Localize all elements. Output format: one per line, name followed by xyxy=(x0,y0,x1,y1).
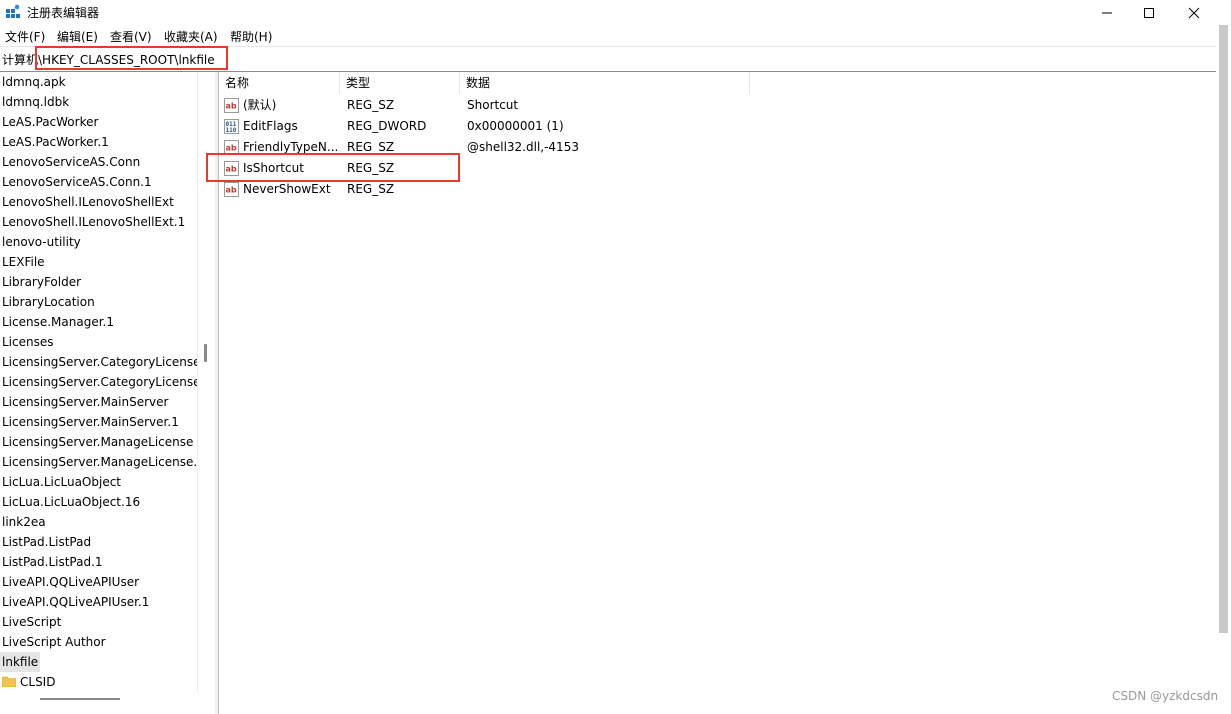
tree-horizontal-scrollbar[interactable] xyxy=(0,693,215,714)
window-vertical-scrollbar[interactable] xyxy=(1216,25,1231,714)
tree-item-clsid[interactable]: CLSID xyxy=(2,672,55,692)
tree-item[interactable]: lenovo-utility xyxy=(2,232,81,252)
folder-icon xyxy=(2,676,16,687)
menu-edit[interactable]: 编辑(E) xyxy=(57,28,98,45)
tree-item[interactable]: ListPad.ListPad.1 xyxy=(2,552,103,572)
tree-item[interactable]: LenovoShell.ILenovoShellExt.1 xyxy=(2,212,185,232)
tree-item[interactable]: LeAS.PacWorker xyxy=(2,112,98,132)
value-type: REG_SZ xyxy=(347,98,395,112)
tree-item[interactable]: LEXFile xyxy=(2,252,45,272)
value-data: Shortcut xyxy=(467,98,519,112)
svg-text:ab: ab xyxy=(226,144,237,153)
close-icon xyxy=(1188,7,1200,18)
tree-item[interactable]: LicensingServer.MainServer.1 xyxy=(2,412,179,432)
value-type: REG_SZ xyxy=(347,182,395,196)
tree-item[interactable]: LibraryLocation xyxy=(2,292,95,312)
address-prefix: 计算机 xyxy=(2,53,39,67)
menu-bar: 文件(F) 编辑(E) 查看(V) 收藏夹(A) 帮助(H) xyxy=(0,27,1213,45)
svg-text:ab: ab xyxy=(226,186,237,195)
tree-vertical-scrollbar[interactable] xyxy=(197,72,216,693)
string-value-icon: ab xyxy=(224,161,239,176)
tree-item[interactable]: LibraryFolder xyxy=(2,272,81,292)
address-path: \HKEY_CLASSES_ROOT\lnkfile xyxy=(38,53,215,67)
column-type[interactable]: 类型 xyxy=(340,72,459,94)
string-value-icon: ab xyxy=(224,140,239,155)
tree-item[interactable]: LiveScript Author xyxy=(2,632,106,652)
tree-item[interactable]: link2ea xyxy=(2,512,46,532)
value-name: IsShortcut xyxy=(243,161,304,175)
tree-item[interactable]: ListPad.ListPad xyxy=(2,532,91,552)
value-data: 0x00000001 (1) xyxy=(467,119,564,133)
tree-item[interactable]: LiveAPI.QQLiveAPIUser.1 xyxy=(2,592,149,612)
regedit-icon xyxy=(6,4,20,18)
menu-favorites[interactable]: 收藏夹(A) xyxy=(164,28,218,45)
tree-item[interactable]: lnkfile xyxy=(0,652,41,672)
value-name: (默认) xyxy=(243,98,277,112)
value-list[interactable]: 名称 类型 数据 ab (默认) REG_SZ Shortcut 011 110 EditF… xyxy=(218,72,1217,714)
value-type: REG_DWORD xyxy=(347,119,427,133)
value-row[interactable]: ab FriendlyTypeN... REG_SZ @shell32.dll,-41… xyxy=(219,137,1217,158)
window-scroll-thumb[interactable] xyxy=(1219,25,1228,633)
tree-item[interactable]: ldmnq.apk xyxy=(2,72,66,92)
address-text[interactable]: 计算机\HKEY_CLASSES_ROOT\lnkfile xyxy=(2,51,215,68)
tree-item[interactable]: LenovoServiceAS.Conn.1 xyxy=(2,172,152,192)
tree-item[interactable]: LicensingServer.ManageLicense.1 xyxy=(2,452,197,472)
column-name[interactable]: 名称 xyxy=(219,72,339,94)
tree-scroll-thumb[interactable] xyxy=(204,344,207,362)
title-bar: 注册表编辑器 xyxy=(0,0,1231,25)
string-value-icon: ab xyxy=(224,182,239,197)
maximize-button[interactable] xyxy=(1126,0,1172,25)
value-type: REG_SZ xyxy=(347,161,395,175)
tree-item[interactable]: LicLua.LicLuaObject.16 xyxy=(2,492,140,512)
watermark: CSDN @yzkdcsdn xyxy=(1112,689,1219,703)
svg-text:ab: ab xyxy=(226,102,237,111)
tree-item[interactable]: LenovoServiceAS.Conn xyxy=(2,152,140,172)
tree-item[interactable]: ldmnq.ldbk xyxy=(2,92,69,112)
menu-file[interactable]: 文件(F) xyxy=(5,28,45,45)
window-title: 注册表编辑器 xyxy=(27,6,100,20)
value-name: EditFlags xyxy=(243,119,298,133)
svg-text:ab: ab xyxy=(226,165,237,174)
tree-item[interactable]: LiveAPI.QQLiveAPIUser xyxy=(2,572,139,592)
tree-item[interactable]: LicensingServer.CategoryLicense.1 xyxy=(2,372,197,392)
tree-item[interactable]: Licenses xyxy=(2,332,54,352)
maximize-icon xyxy=(1144,7,1154,18)
tree-item[interactable]: LenovoShell.ILenovoShellExt xyxy=(2,192,174,212)
value-row[interactable]: 011 110 EditFlags REG_DWORD 0x00000001 (1) xyxy=(219,116,1217,137)
tree-item[interactable]: LicensingServer.ManageLicense xyxy=(2,432,193,452)
value-row[interactable]: ab IsShortcut REG_SZ xyxy=(219,158,1217,179)
key-tree[interactable]: ldmnq.apk ldmnq.ldbk LeAS.PacWorker LeAS.Pa… xyxy=(0,72,197,693)
address-bar[interactable]: 计算机\HKEY_CLASSES_ROOT\lnkfile xyxy=(0,46,1216,72)
tree-item[interactable]: LiveScript xyxy=(2,612,61,632)
minimize-button[interactable] xyxy=(1084,0,1130,25)
value-data: @shell32.dll,-4153 xyxy=(467,140,579,154)
value-type: REG_SZ xyxy=(347,140,395,154)
tree-item-label: CLSID xyxy=(20,675,56,689)
tree-item[interactable]: License.Manager.1 xyxy=(2,312,114,332)
value-row[interactable]: ab NeverShowExt REG_SZ xyxy=(219,179,1217,200)
menu-help[interactable]: 帮助(H) xyxy=(230,28,272,45)
string-value-icon: ab xyxy=(224,98,239,113)
value-row[interactable]: ab (默认) REG_SZ Shortcut xyxy=(219,95,1217,116)
close-button[interactable] xyxy=(1171,0,1217,25)
tree-item[interactable]: LeAS.PacWorker.1 xyxy=(2,132,109,152)
tree-item[interactable]: LicensingServer.CategoryLicense xyxy=(2,352,197,372)
column-divider[interactable] xyxy=(749,72,750,94)
svg-text:110: 110 xyxy=(226,127,237,134)
binary-value-icon: 011110 xyxy=(224,119,239,134)
tree-item[interactable]: LicensingServer.MainServer xyxy=(2,392,168,412)
value-name: FriendlyTypeN... xyxy=(243,140,339,154)
menu-view[interactable]: 查看(V) xyxy=(110,28,152,45)
column-data[interactable]: 数据 xyxy=(460,72,749,94)
tree-hscroll-thumb[interactable] xyxy=(40,698,120,700)
tree-item[interactable]: LicLua.LicLuaObject xyxy=(2,472,121,492)
minimize-icon xyxy=(1102,12,1112,13)
value-name: NeverShowExt xyxy=(243,182,331,196)
